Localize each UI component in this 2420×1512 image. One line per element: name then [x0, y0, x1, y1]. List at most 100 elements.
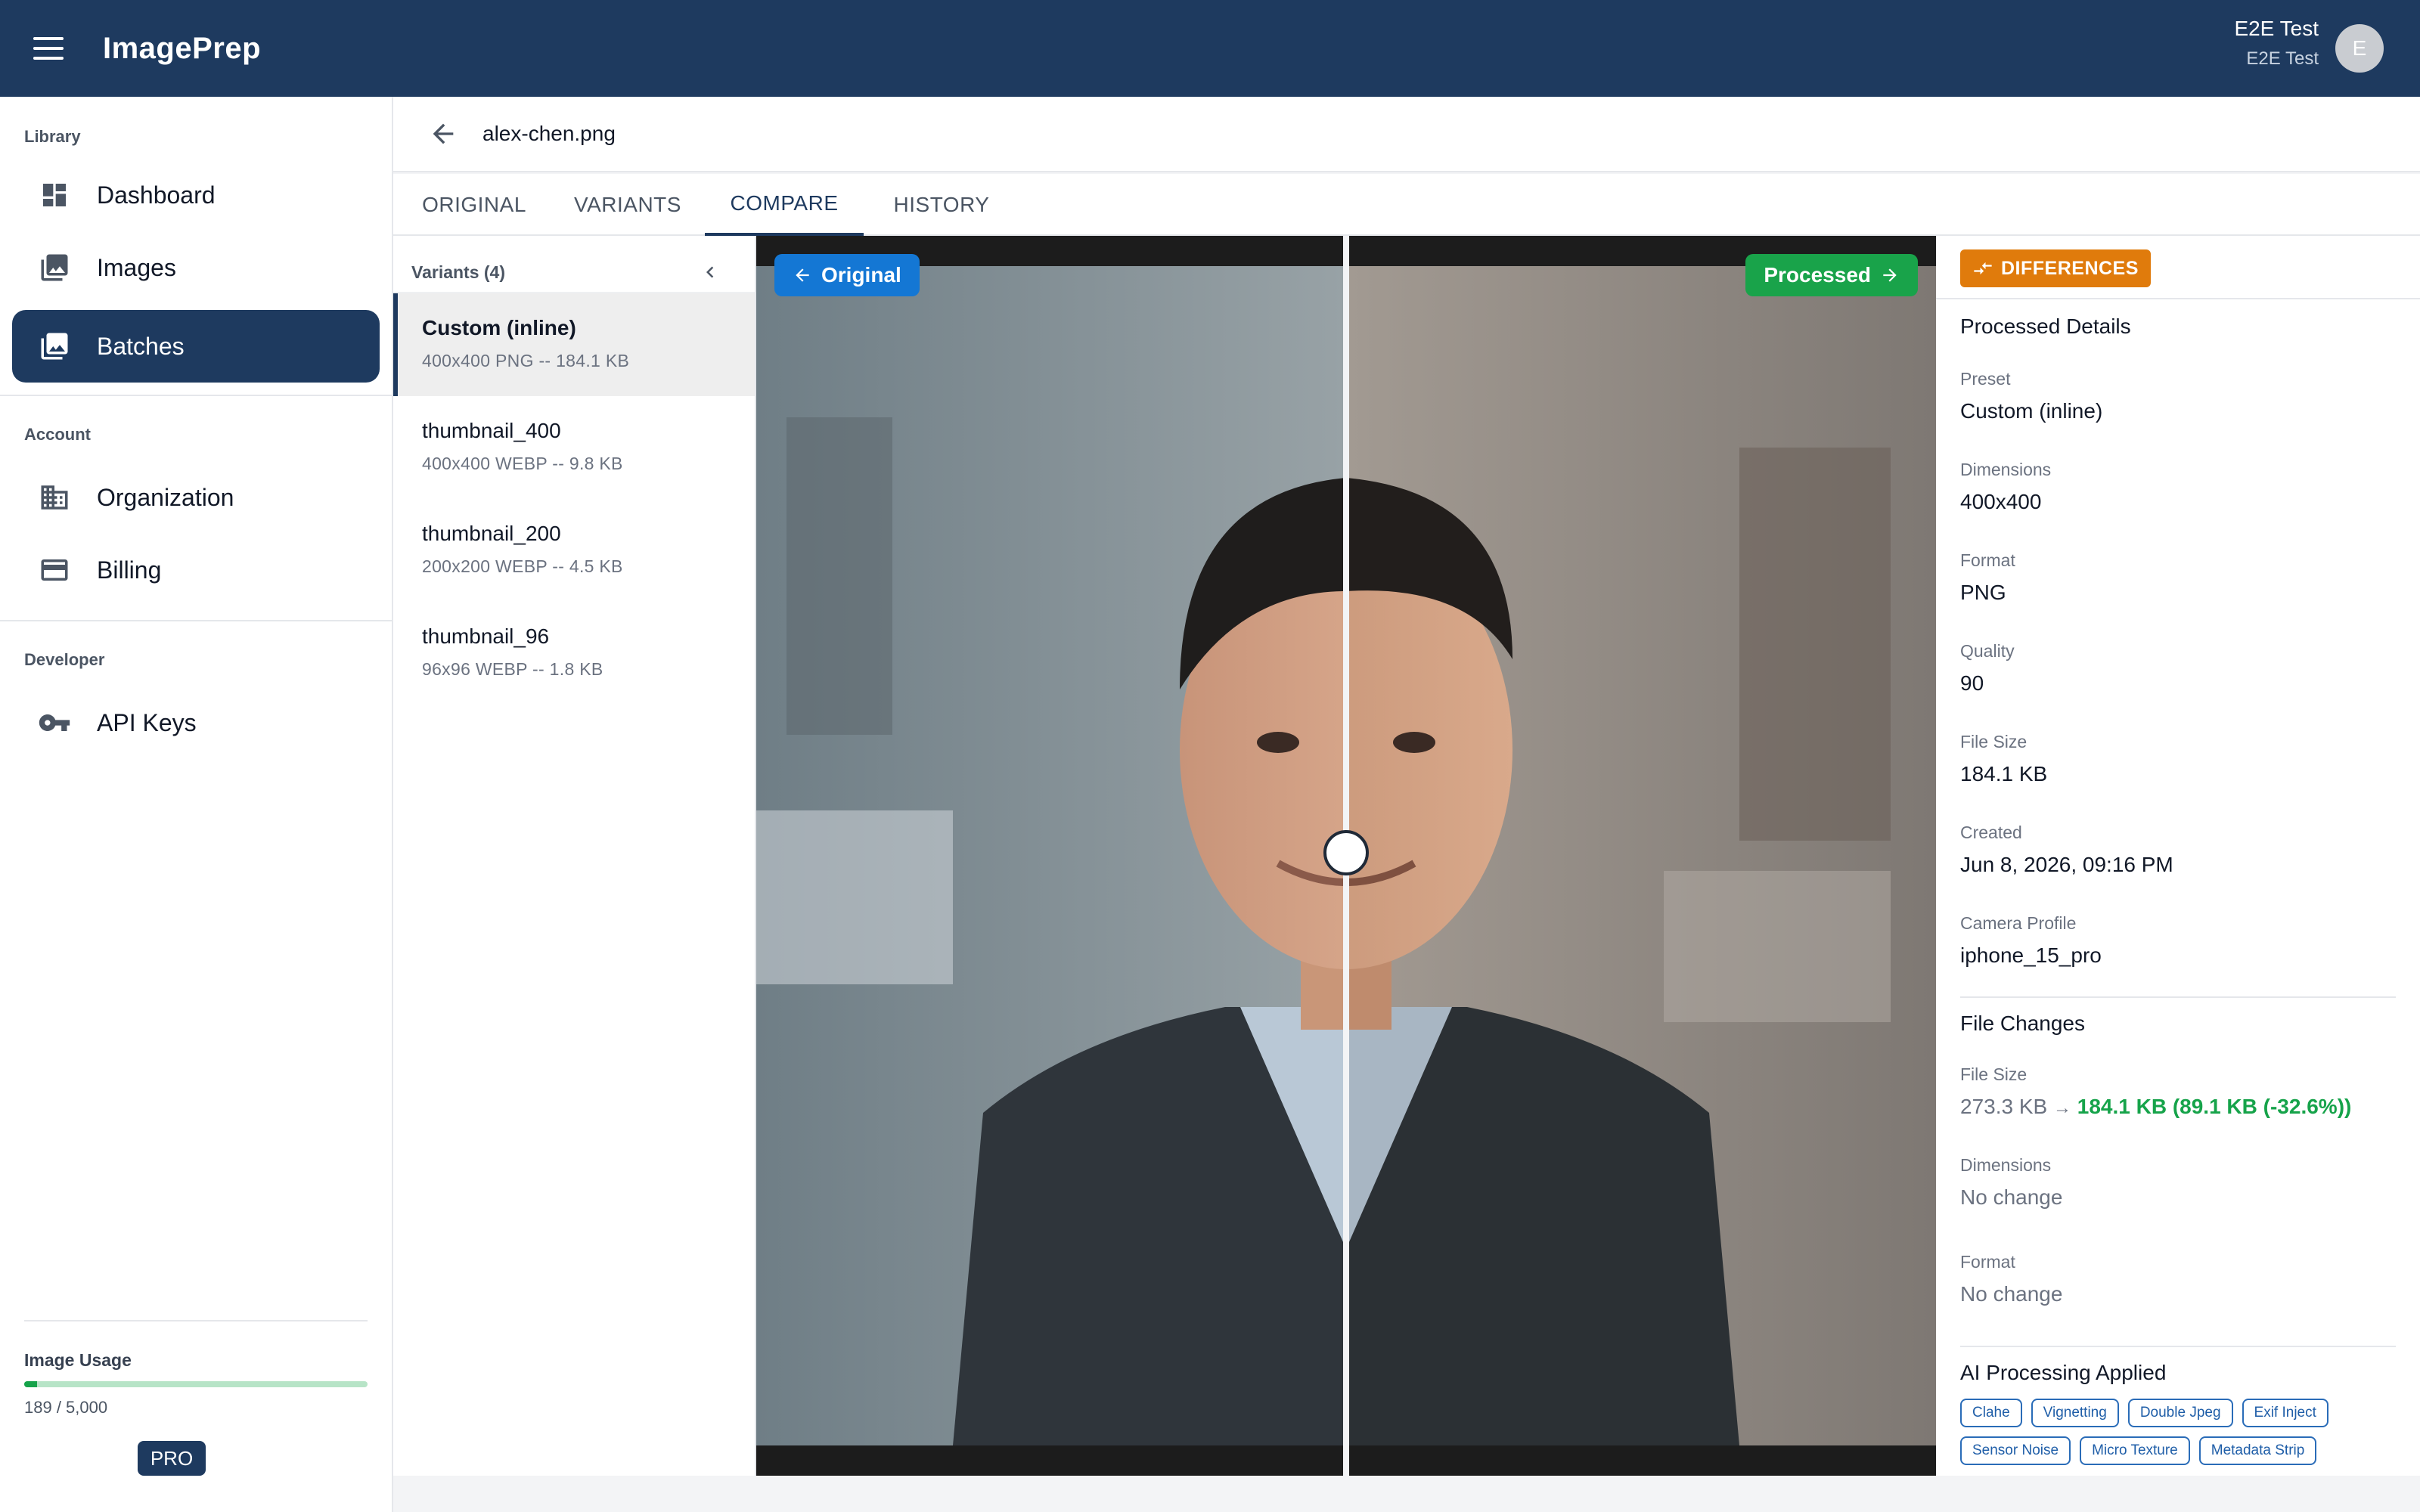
- variant-name: Custom (inline): [422, 316, 576, 339]
- detail-value-camera-profile: iphone_15_pro: [1960, 943, 2102, 967]
- variants-panel: Variants (4) Custom (inline) 400x400 PNG…: [393, 236, 756, 1512]
- detail-label-preset: Preset: [1960, 369, 2011, 389]
- sidebar-section-account: Account: [24, 425, 91, 444]
- variant-item-thumbnail-96[interactable]: thumbnail_96 96x96 WEBP -- 1.8 KB: [393, 602, 755, 705]
- variant-name: thumbnail_400: [422, 419, 561, 442]
- sidebar-item-label: Organization: [97, 483, 234, 511]
- detail-value-quality: 90: [1960, 671, 1984, 695]
- sidebar-item-organization[interactable]: Organization: [12, 461, 380, 534]
- sidebar-item-label: Images: [97, 253, 176, 281]
- change-label-dimensions: Dimensions: [1960, 1155, 2052, 1175]
- differences-badge: DIFFERENCES: [1960, 249, 2151, 287]
- variant-item-custom-inline[interactable]: Custom (inline) 400x400 PNG -- 184.1 KB: [393, 293, 755, 396]
- chevron-left-icon[interactable]: [699, 261, 721, 284]
- user-info[interactable]: E2E Test E2E Test: [2234, 17, 2319, 70]
- usage-title: Image Usage: [24, 1350, 132, 1370]
- bottom-strip: [393, 1476, 2420, 1512]
- top-app-bar: ImagePrep E2E Test E2E Test E: [0, 0, 2420, 97]
- detail-value-preset: Custom (inline): [1960, 399, 2103, 423]
- detail-label-camera-profile: Camera Profile: [1960, 913, 2077, 933]
- sidebar-item-label: Dashboard: [97, 181, 216, 209]
- file-size-old: 273.3 KB: [1960, 1095, 2048, 1118]
- ai-chip: Metadata Strip: [2198, 1436, 2317, 1465]
- usage-progress-bar: [24, 1381, 368, 1387]
- back-button[interactable]: [427, 117, 460, 150]
- variant-item-thumbnail-400[interactable]: thumbnail_400 400x400 WEBP -- 9.8 KB: [393, 396, 755, 499]
- sidebar-item-api-keys[interactable]: API Keys: [12, 686, 380, 759]
- variants-header: Variants (4): [393, 236, 755, 293]
- ai-chip: Exif Inject: [2242, 1399, 2328, 1427]
- tab-history[interactable]: HISTORY: [870, 174, 1013, 236]
- tab-compare[interactable]: COMPARE: [705, 174, 864, 236]
- sidebar-item-label: Batches: [97, 332, 185, 360]
- ai-chip: Double Jpeg: [2127, 1399, 2233, 1427]
- detail-label-dimensions: Dimensions: [1960, 460, 2052, 479]
- variant-item-thumbnail-200[interactable]: thumbnail_200 200x200 WEBP -- 4.5 KB: [393, 499, 755, 602]
- app-title: ImagePrep: [103, 31, 262, 65]
- variant-meta: 400x400 WEBP -- 9.8 KB: [422, 454, 623, 473]
- differences-divider: [1936, 298, 2420, 299]
- ai-chip: Micro Texture: [2080, 1436, 2190, 1465]
- detail-value-created: Jun 8, 2026, 09:16 PM: [1960, 853, 2173, 876]
- section-divider: [1960, 1346, 2396, 1347]
- key-icon: [38, 706, 71, 739]
- processed-label: Processed: [1764, 263, 1871, 287]
- change-value-dimensions: No change: [1960, 1185, 2063, 1209]
- processed-details-title: Processed Details: [1960, 314, 2131, 338]
- sidebar-divider: [0, 395, 393, 396]
- sidebar-item-label: Billing: [97, 556, 162, 584]
- sidebar-divider: [0, 620, 393, 621]
- compare-viewer[interactable]: Original Processed: [756, 236, 1936, 1476]
- ai-chip: Sensor Noise: [1960, 1436, 2071, 1465]
- variant-name: thumbnail_200: [422, 522, 561, 545]
- file-name: alex-chen.png: [482, 122, 616, 145]
- ai-chips: Clahe Vignetting Double Jpeg Exif Inject…: [1960, 1399, 2399, 1465]
- detail-value-file-size: 184.1 KB: [1960, 762, 2048, 785]
- sidebar-item-label: API Keys: [97, 708, 197, 736]
- section-divider: [1960, 996, 2396, 998]
- image-icon: [38, 251, 71, 284]
- compare-arrows-icon: [1974, 262, 1992, 275]
- detail-value-dimensions: 400x400: [1960, 490, 2042, 513]
- tab-original[interactable]: ORIGINAL: [402, 174, 546, 236]
- arrow-right-icon: →: [2052, 1098, 2071, 1118]
- plan-badge: PRO: [138, 1441, 206, 1476]
- detail-label-quality: Quality: [1960, 641, 2015, 661]
- batch-icon: [38, 330, 71, 363]
- tab-variants[interactable]: VARIANTS: [552, 174, 703, 236]
- arrow-left-icon: [796, 268, 809, 282]
- menu-icon[interactable]: [33, 37, 64, 60]
- change-label-file-size: File Size: [1960, 1064, 2028, 1084]
- avatar[interactable]: E: [2335, 24, 2384, 73]
- usage-progress-fill: [24, 1381, 38, 1387]
- sidebar-section-developer: Developer: [24, 650, 105, 669]
- original-label-button[interactable]: Original: [774, 254, 920, 296]
- sidebar-item-billing[interactable]: Billing: [12, 534, 380, 606]
- usage-divider: [24, 1320, 368, 1321]
- variant-meta: 400x400 PNG -- 184.1 KB: [422, 351, 630, 370]
- differences-badge-label: DIFFERENCES: [2001, 257, 2139, 279]
- variant-name: thumbnail_96: [422, 624, 550, 648]
- ai-processing-title: AI Processing Applied: [1960, 1361, 2167, 1384]
- building-icon: [38, 481, 71, 514]
- processed-label-button[interactable]: Processed: [1745, 254, 1918, 296]
- ai-chip: Vignetting: [2031, 1399, 2119, 1427]
- change-label-format: Format: [1960, 1252, 2015, 1272]
- tab-bar: ORIGINAL VARIANTS COMPARE HISTORY: [393, 174, 2420, 236]
- user-name: E2E Test: [2234, 17, 2319, 40]
- original-image: [756, 266, 1343, 1445]
- processed-image: [1349, 266, 1936, 1445]
- sidebar-item-batches[interactable]: Batches: [12, 310, 380, 383]
- sidebar-item-images[interactable]: Images: [12, 231, 380, 304]
- compare-slider-handle[interactable]: [1323, 830, 1369, 875]
- arrow-left-icon: [433, 123, 454, 144]
- sidebar: Library Dashboard Images Batches Account…: [0, 97, 393, 1512]
- usage-count: 189 / 5,000: [24, 1398, 108, 1417]
- variant-meta: 96x96 WEBP -- 1.8 KB: [422, 659, 603, 679]
- ai-chip: Clahe: [1960, 1399, 2022, 1427]
- differences-panel: DIFFERENCES Processed Details Preset Cus…: [1936, 236, 2420, 1476]
- change-value-format: No change: [1960, 1282, 2063, 1306]
- sidebar-item-dashboard[interactable]: Dashboard: [12, 159, 380, 231]
- detail-label-file-size: File Size: [1960, 732, 2028, 751]
- file-header: alex-chen.png: [393, 97, 2420, 172]
